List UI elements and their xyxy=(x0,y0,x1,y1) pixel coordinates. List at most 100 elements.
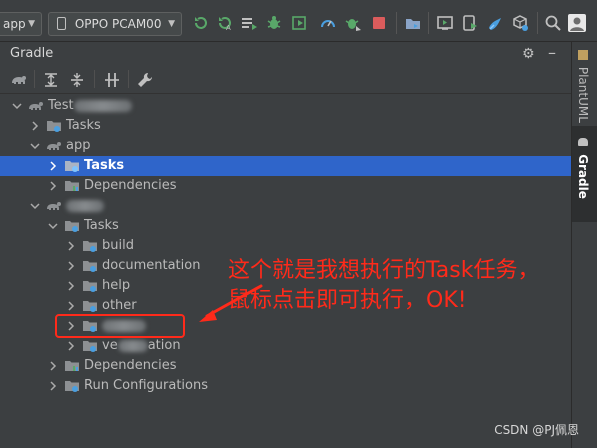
tree-item-label: Tasks xyxy=(84,218,119,233)
task-folder-icon xyxy=(82,298,98,314)
watermark: CSDN @PJ佩恩 xyxy=(494,423,579,437)
tree-item-label: Tasks xyxy=(84,158,125,173)
chevron-right-icon[interactable] xyxy=(48,160,58,172)
gradle-elephant-icon xyxy=(578,138,588,146)
chevron-down-icon[interactable] xyxy=(30,200,40,212)
task-folder-icon xyxy=(64,218,80,234)
chevron-right-icon[interactable] xyxy=(48,180,58,192)
gradle-elephant-icon xyxy=(28,98,44,114)
chevron-right-icon[interactable] xyxy=(66,300,76,312)
chevron-right-icon[interactable] xyxy=(30,120,40,132)
collapse-all-icon[interactable] xyxy=(68,71,86,89)
tree-item-label xyxy=(66,198,104,213)
tree-item-label: other xyxy=(102,298,137,313)
task-folder-icon xyxy=(82,278,98,294)
attach-debugger-icon[interactable] xyxy=(344,14,362,32)
annotation-line-1: 这个就是我想执行的Task任务， xyxy=(228,258,540,283)
chevron-right-icon[interactable] xyxy=(66,260,76,272)
chevron-right-icon[interactable] xyxy=(66,340,76,352)
plantuml-icon xyxy=(578,50,588,60)
toolbar-separator xyxy=(428,12,429,34)
gear-icon[interactable]: ⚙ xyxy=(522,46,535,62)
gradle-elephant-icon xyxy=(46,138,62,154)
tool-tab-plantuml-label: PlantUML xyxy=(576,66,590,123)
avd-manager-icon[interactable] xyxy=(461,14,479,32)
expand-all-icon[interactable] xyxy=(42,71,60,89)
tree-item-root-project[interactable]: Test xyxy=(0,96,571,116)
run-coverage-icon[interactable] xyxy=(291,14,309,32)
toolbar-separator xyxy=(34,70,35,88)
tree-item-app-tasks[interactable]: Tasks xyxy=(0,156,571,176)
chevron-down-icon: ▼ xyxy=(168,19,175,29)
task-folder-icon xyxy=(46,118,62,134)
tree-item-module-tasks[interactable]: Tasks xyxy=(0,216,571,236)
apply-changes-restart-icon[interactable] xyxy=(192,14,210,32)
tree-item-label: Test xyxy=(48,98,132,113)
apply-code-changes-icon[interactable]: A xyxy=(216,14,234,32)
task-folder-icon xyxy=(82,338,98,354)
chevron-right-icon[interactable] xyxy=(66,240,76,252)
device-selector-label: OPPO PCAM00 xyxy=(74,17,162,31)
tool-tab-gradle-label: Gradle xyxy=(576,154,590,199)
tree-item-label: help xyxy=(102,278,131,293)
task-folder-icon xyxy=(82,258,98,274)
dependencies-folder-icon xyxy=(64,358,80,374)
tool-tab-plantuml[interactable]: PlantUML xyxy=(576,50,590,123)
chevron-down-icon[interactable] xyxy=(12,100,22,112)
toolbar-separator xyxy=(537,12,538,34)
tree-item-label: Run Configurations xyxy=(84,378,208,393)
chevron-right-icon[interactable] xyxy=(66,280,76,292)
chevron-right-icon[interactable] xyxy=(48,360,58,372)
tree-item-label: documentation xyxy=(102,258,201,273)
search-icon[interactable] xyxy=(544,14,562,32)
chevron-down-icon[interactable] xyxy=(48,220,58,232)
annotation-arrow xyxy=(199,284,263,322)
tree-item-library-module[interactable] xyxy=(0,196,571,216)
run-config-folder-icon xyxy=(64,378,80,394)
device-manager-icon[interactable] xyxy=(436,14,454,32)
chevron-down-icon[interactable] xyxy=(30,140,40,152)
chevron-down-icon: ▼ xyxy=(28,19,35,29)
stop-icon[interactable] xyxy=(370,14,388,32)
sync-project-icon[interactable] xyxy=(404,14,422,32)
task-folder-icon xyxy=(82,238,98,254)
redacted-text xyxy=(66,199,104,212)
elephant-refresh-icon[interactable] xyxy=(10,71,28,89)
tree-item-task-group-verification[interactable]: ve ation xyxy=(0,336,571,356)
module-selector[interactable]: app ▼ xyxy=(0,12,42,36)
toolbar-separator xyxy=(128,70,129,88)
tree-item-run-configurations[interactable]: Run Configurations xyxy=(0,376,571,396)
redacted-text xyxy=(117,339,148,352)
panel-title: Gradle xyxy=(10,46,54,61)
account-avatar-icon[interactable] xyxy=(568,14,586,32)
tree-item-root-tasks[interactable]: Tasks xyxy=(0,116,571,136)
debug-icon[interactable] xyxy=(265,14,283,32)
minimize-icon[interactable]: – xyxy=(548,43,556,62)
toolbar-separator xyxy=(94,70,95,88)
module-selector-label: app xyxy=(3,17,26,31)
run-list-icon[interactable] xyxy=(240,14,258,32)
tree-item-label: ve ation xyxy=(102,338,181,353)
tree-item-label: app xyxy=(66,138,91,153)
task-folder-icon xyxy=(64,158,80,174)
svg-text:A: A xyxy=(226,24,231,32)
tool-tab-gradle[interactable]: Gradle xyxy=(576,138,590,199)
phone-icon xyxy=(57,17,66,30)
tree-item-label: Tasks xyxy=(66,118,101,133)
right-tool-strip: PlantUML Gradle xyxy=(571,42,597,448)
layout-inspector-icon[interactable] xyxy=(511,14,529,32)
highlight-box xyxy=(55,314,185,338)
tree-item-app-module[interactable]: app xyxy=(0,136,571,156)
tree-item-app-dependencies[interactable]: Dependencies xyxy=(0,176,571,196)
chevron-right-icon[interactable] xyxy=(48,380,58,392)
tree-item-module-dependencies[interactable]: Dependencies xyxy=(0,356,571,376)
device-selector[interactable]: OPPO PCAM00 ▼ xyxy=(48,12,182,36)
redacted-text xyxy=(73,99,132,112)
main-toolbar: app ▼ OPPO PCAM00 ▼ A xyxy=(0,0,597,42)
gradle-elephant-icon xyxy=(46,198,62,214)
profile-icon[interactable] xyxy=(319,14,337,32)
gradle-toolbar xyxy=(0,66,571,94)
sdk-manager-icon[interactable] xyxy=(486,14,504,32)
toggle-offline-icon[interactable] xyxy=(103,71,121,89)
wrench-icon[interactable] xyxy=(136,71,154,89)
